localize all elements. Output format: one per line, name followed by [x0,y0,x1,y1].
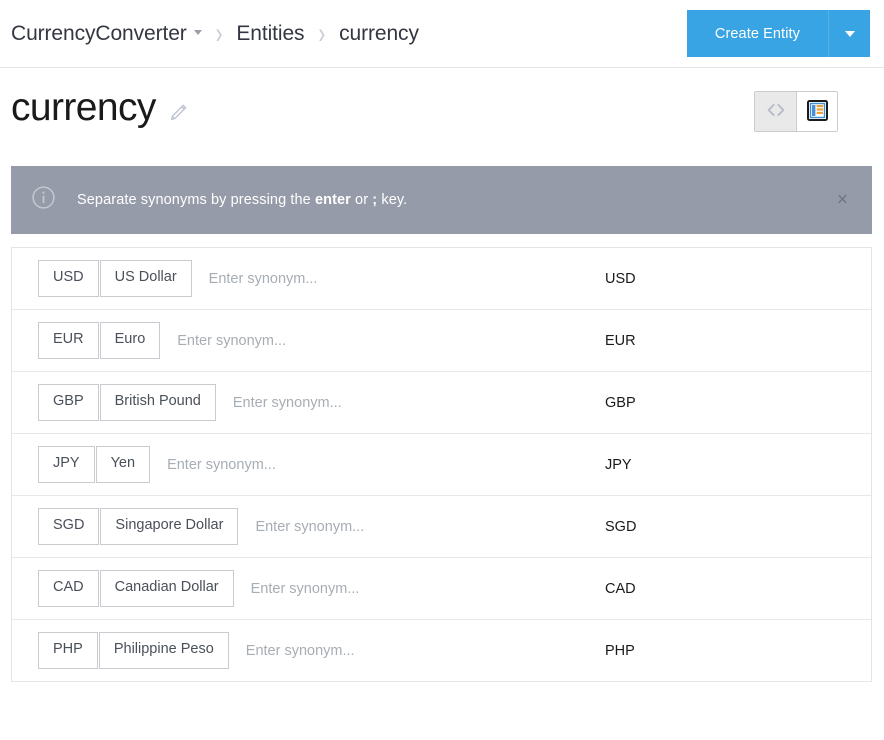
code-view-button[interactable] [755,92,796,131]
synonym-chip[interactable]: US Dollar [99,260,192,297]
breadcrumb: CurrencyConverter › Entities › currency [0,0,419,67]
breadcrumb-app-menu[interactable]: CurrencyConverter [11,22,202,46]
code-brackets-icon [766,103,786,120]
view-toggle-group [754,91,838,132]
synonym-input[interactable] [192,269,421,288]
info-text-before: Separate synonyms by pressing the [77,192,315,208]
entity-value-cell[interactable]: USD [572,271,871,287]
table-row: PHPPhilippine PesoPHP [12,620,871,682]
synonym-input[interactable] [151,455,380,474]
table-row: USDUS DollarUSD [12,248,871,310]
info-circle-icon [31,185,56,215]
synonym-chip[interactable]: EUR [38,322,99,359]
info-banner-text: Separate synonyms by pressing the enter … [77,192,407,208]
synonym-chip[interactable]: British Pound [99,384,216,421]
table-row: GBPBritish PoundGBP [12,372,871,434]
info-banner: Separate synonyms by pressing the enter … [11,166,872,234]
entity-value-cell[interactable]: EUR [572,333,871,349]
entity-value-cell[interactable]: PHP [572,643,871,659]
synonym-input[interactable] [234,579,463,598]
entity-values-table: USDUS DollarUSDEUREuroEURGBPBritish Poun… [11,247,872,682]
synonyms-cell: USD US Dollar [12,260,572,297]
info-text-after: key. [377,192,408,208]
synonym-chip[interactable]: PHP [38,632,98,669]
synonym-input[interactable] [216,393,445,412]
info-text-middle: or [350,192,373,208]
synonym-chip[interactable]: GBP [38,384,99,421]
create-entity-button-group: Create Entity [686,10,870,57]
page-title: currency [11,86,189,130]
chevron-down-icon [193,29,202,35]
synonym-chip[interactable]: Singapore Dollar [100,508,239,545]
breadcrumb-item-entities[interactable]: Entities [236,22,304,46]
table-row: CADCanadian DollarCAD [12,558,871,620]
table-view-icon [806,99,828,124]
table-view-button[interactable] [796,92,837,131]
page-title-row: currency [0,68,884,166]
table-row: EUREuroEUR [12,310,871,372]
entity-value-cell[interactable]: SGD [572,519,871,535]
synonym-chip[interactable]: SGD [38,508,100,545]
synonym-chip[interactable]: Canadian Dollar [99,570,234,607]
table-row: SGDSingapore DollarSGD [12,496,871,558]
top-header-bar: CurrencyConverter › Entities › currency … [0,0,884,68]
synonym-chip[interactable]: Euro [99,322,161,359]
synonym-chip[interactable]: Yen [95,446,151,483]
breadcrumb-separator-2: › [318,17,326,50]
synonyms-cell: PHP Philippine Peso [12,632,572,669]
breadcrumb-item-currency[interactable]: currency [339,22,419,46]
synonym-input[interactable] [229,641,458,660]
breadcrumb-app-label: CurrencyConverter [11,21,187,45]
synonyms-cell: CAD Canadian Dollar [12,570,572,607]
synonym-input[interactable] [161,331,390,350]
table-row: JPYYenJPY [12,434,871,496]
create-entity-button[interactable]: Create Entity [686,10,828,57]
page-title-text: currency [11,86,156,129]
synonym-chip[interactable]: CAD [38,570,99,607]
create-entity-dropdown-button[interactable] [828,10,870,57]
synonym-chip[interactable]: JPY [38,446,95,483]
pencil-icon[interactable] [169,102,189,122]
synonyms-cell: JPY Yen [12,446,572,483]
synonym-input[interactable] [239,517,468,536]
banner-close-button[interactable]: × [831,185,854,216]
synonyms-cell: EUR Euro [12,322,572,359]
synonyms-cell: SGD Singapore Dollar [12,508,572,545]
chevron-down-icon [844,30,855,37]
entity-value-cell[interactable]: CAD [572,581,871,597]
entity-value-cell[interactable]: JPY [572,457,871,473]
breadcrumb-separator-1: › [215,17,223,50]
info-key-enter: enter [314,192,351,208]
synonym-chip[interactable]: USD [38,260,99,297]
synonyms-cell: GBP British Pound [12,384,572,421]
synonym-chip[interactable]: Philippine Peso [98,632,229,669]
entity-value-cell[interactable]: GBP [572,395,871,411]
